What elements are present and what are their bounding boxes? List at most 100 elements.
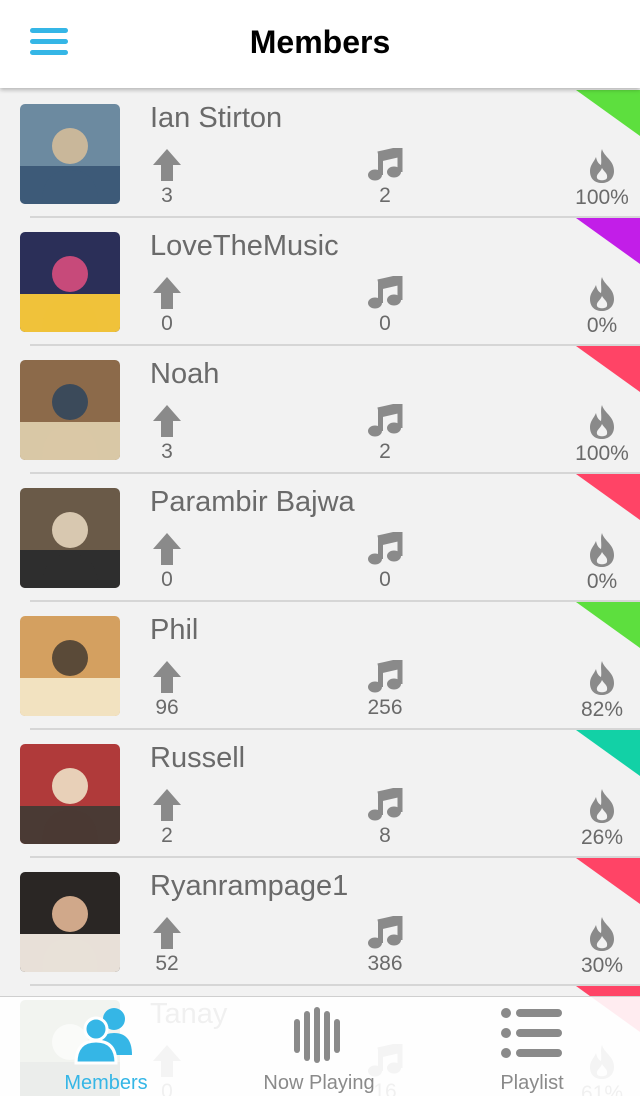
- upvotes-count: 2: [161, 824, 173, 847]
- status-corner-tag: [576, 602, 640, 648]
- songs-count: 2: [379, 184, 391, 207]
- score-stat: 100%: [562, 404, 640, 466]
- avatar[interactable]: [20, 616, 120, 716]
- members-icon: [74, 1008, 132, 1065]
- upvotes-stat: 3: [127, 148, 207, 208]
- music-note-icon: [368, 276, 403, 309]
- upvotes-count: 3: [161, 440, 173, 463]
- songs-stat: 8: [345, 788, 425, 848]
- member-name: Phil: [150, 614, 199, 646]
- score-percent: 100%: [575, 186, 629, 209]
- member-name: LoveTheMusic: [150, 230, 339, 262]
- music-note-icon: [368, 660, 403, 693]
- tab-label: Members: [64, 1072, 148, 1094]
- avatar[interactable]: [20, 744, 120, 844]
- members-list[interactable]: Ian Stirton 3 2 100% LoveTheMusic 0 0 0%…: [0, 90, 640, 1096]
- score-percent: 0%: [586, 314, 618, 337]
- flame-icon: [590, 277, 614, 311]
- arrow-up-icon: [153, 789, 181, 821]
- songs-stat: 256: [345, 660, 425, 720]
- playlist-icon: [501, 1008, 562, 1058]
- upvotes-stat: 0: [127, 532, 207, 592]
- arrow-up-icon: [153, 533, 181, 565]
- member-row[interactable]: Ian Stirton 3 2 100%: [0, 90, 640, 218]
- member-row[interactable]: Russell 2 8 26%: [0, 730, 640, 858]
- status-corner-tag: [576, 474, 640, 520]
- upvotes-count: 3: [161, 184, 173, 207]
- score-stat: 0%: [562, 276, 640, 338]
- score-percent: 26%: [580, 826, 624, 849]
- songs-count: 2: [379, 440, 391, 463]
- upvotes-stat: 52: [127, 916, 207, 976]
- arrow-up-icon: [153, 917, 181, 949]
- tab-playlist[interactable]: Playlist: [432, 997, 632, 1096]
- score-percent: 100%: [575, 442, 629, 465]
- score-percent: 0%: [586, 570, 618, 593]
- music-note-icon: [368, 916, 403, 949]
- member-row[interactable]: Phil 96 256 82%: [0, 602, 640, 730]
- upvotes-count: 96: [155, 696, 179, 719]
- avatar[interactable]: [20, 360, 120, 460]
- arrow-up-icon: [153, 149, 181, 181]
- avatar[interactable]: [20, 232, 120, 332]
- member-name: Russell: [150, 742, 246, 774]
- upvotes-count: 0: [161, 568, 173, 591]
- score-percent: 30%: [580, 954, 624, 977]
- upvotes-count: 52: [155, 952, 179, 975]
- upvotes-stat: 96: [127, 660, 207, 720]
- member-row[interactable]: Ryanrampage1 52 386 30%: [0, 858, 640, 986]
- status-corner-tag: [576, 218, 640, 264]
- member-name: Parambir Bajwa: [150, 486, 355, 518]
- songs-count: 256: [367, 696, 403, 719]
- score-stat: 0%: [562, 532, 640, 594]
- avatar[interactable]: [20, 488, 120, 588]
- member-row[interactable]: LoveTheMusic 0 0 0%: [0, 218, 640, 346]
- flame-icon: [590, 533, 614, 567]
- songs-stat: 2: [345, 148, 425, 208]
- member-name: Noah: [150, 358, 220, 390]
- score-stat: 100%: [562, 148, 640, 210]
- tab-label: Now Playing: [263, 1072, 375, 1094]
- avatar[interactable]: [20, 104, 120, 204]
- arrow-up-icon: [153, 661, 181, 693]
- tab-members[interactable]: Members: [6, 997, 206, 1096]
- music-note-icon: [368, 532, 403, 565]
- flame-icon: [590, 917, 614, 951]
- flame-icon: [590, 661, 614, 695]
- status-corner-tag: [576, 346, 640, 392]
- score-stat: 26%: [562, 788, 640, 850]
- status-corner-tag: [576, 858, 640, 904]
- page-title: Members: [249, 24, 391, 60]
- songs-stat: 0: [345, 276, 425, 336]
- bottom-tab-bar: Members Now Playing Playlist: [0, 996, 640, 1096]
- upvotes-stat: 2: [127, 788, 207, 848]
- songs-count: 386: [367, 952, 403, 975]
- flame-icon: [590, 789, 614, 823]
- music-note-icon: [368, 148, 403, 181]
- member-row[interactable]: Noah 3 2 100%: [0, 346, 640, 474]
- flame-icon: [590, 149, 614, 183]
- score-stat: 82%: [562, 660, 640, 722]
- now-playing-icon: [294, 1007, 340, 1063]
- score-stat: 30%: [562, 916, 640, 978]
- upvotes-stat: 0: [127, 276, 207, 336]
- upvotes-count: 0: [161, 312, 173, 335]
- songs-count: 0: [379, 312, 391, 335]
- songs-stat: 386: [345, 916, 425, 976]
- music-note-icon: [368, 788, 403, 821]
- avatar[interactable]: [20, 872, 120, 972]
- status-corner-tag: [576, 730, 640, 776]
- upvotes-stat: 3: [127, 404, 207, 464]
- music-note-icon: [368, 404, 403, 437]
- tab-label: Playlist: [500, 1072, 564, 1094]
- member-name: Ryanrampage1: [150, 870, 349, 902]
- songs-stat: 2: [345, 404, 425, 464]
- tab-now-playing[interactable]: Now Playing: [219, 997, 419, 1096]
- songs-stat: 0: [345, 532, 425, 592]
- status-corner-tag: [576, 90, 640, 136]
- top-navigation-bar: Members: [0, 0, 640, 88]
- member-name: Ian Stirton: [150, 102, 283, 134]
- score-percent: 82%: [580, 698, 624, 721]
- member-row[interactable]: Parambir Bajwa 0 0 0%: [0, 474, 640, 602]
- arrow-up-icon: [153, 405, 181, 437]
